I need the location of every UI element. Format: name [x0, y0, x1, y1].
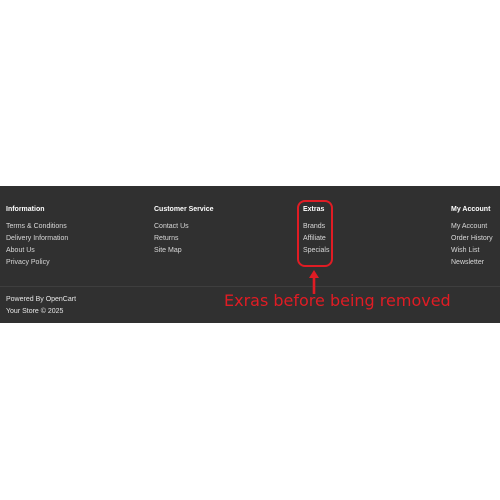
footer-column-information: Information Terms & Conditions Delivery … [6, 205, 68, 269]
footer-column-customer-service: Customer Service Contact Us Returns Site… [154, 205, 214, 257]
footer-link-site-map[interactable]: Site Map [154, 245, 214, 257]
annotation-highlight-box [297, 200, 333, 267]
footer-link-terms[interactable]: Terms & Conditions [6, 221, 68, 233]
powered-by-label: Powered By [6, 296, 46, 303]
footer-links-my-account: My Account Order History Wish List Newsl… [451, 221, 493, 269]
footer-link-about-us[interactable]: About Us [6, 245, 68, 257]
annotation-text: Exras before being removed [224, 291, 451, 310]
footer-bottom: Powered By OpenCart Your Store © 2025 [6, 294, 76, 318]
footer-column-my-account: My Account My Account Order History Wish… [451, 205, 493, 269]
copyright-text: Your Store © 2025 [6, 308, 64, 315]
footer-link-newsletter[interactable]: Newsletter [451, 257, 493, 269]
footer-links-information: Terms & Conditions Delivery Information … [6, 221, 68, 269]
footer-link-wish-list[interactable]: Wish List [451, 245, 493, 257]
footer-heading-my-account: My Account [451, 206, 491, 213]
footer-heading-information: Information [6, 206, 45, 213]
footer-heading-customer-service: Customer Service [154, 206, 214, 213]
footer-link-order-history[interactable]: Order History [451, 233, 493, 245]
footer-links-customer-service: Contact Us Returns Site Map [154, 221, 214, 257]
footer-link-returns[interactable]: Returns [154, 233, 214, 245]
powered-by-line: Powered By OpenCart [6, 294, 76, 306]
opencart-link[interactable]: OpenCart [46, 296, 76, 303]
footer-divider [0, 286, 500, 287]
footer-link-delivery-information[interactable]: Delivery Information [6, 233, 68, 245]
footer-link-contact-us[interactable]: Contact Us [154, 221, 214, 233]
footer-columns: Information Terms & Conditions Delivery … [0, 186, 500, 286]
footer-link-my-account[interactable]: My Account [451, 221, 493, 233]
footer-link-privacy-policy[interactable]: Privacy Policy [6, 257, 68, 269]
page: Information Terms & Conditions Delivery … [0, 0, 500, 500]
